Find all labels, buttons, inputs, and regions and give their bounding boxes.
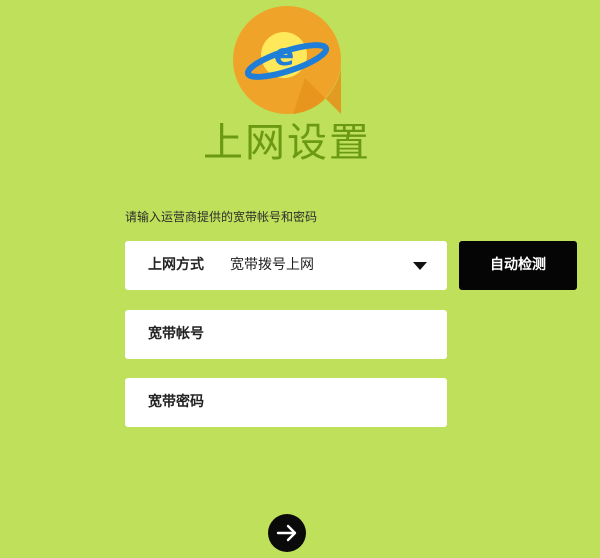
broadband-account-field[interactable]: 宽带帐号 — [125, 310, 447, 359]
next-button[interactable] — [268, 514, 306, 552]
broadband-account-input[interactable] — [230, 320, 434, 350]
instruction-text: 请输入运营商提供的宽带帐号和密码 — [125, 210, 318, 224]
broadband-password-input[interactable] — [230, 388, 434, 418]
arrow-right-icon — [276, 524, 297, 542]
connection-type-select[interactable]: 上网方式 宽带拨号上网 — [125, 241, 447, 290]
chevron-down-icon[interactable] — [413, 262, 427, 270]
auto-detect-button[interactable]: 自动检测 — [459, 241, 577, 290]
page-title: 上网设置 — [203, 120, 371, 166]
ie-globe-logo-icon: e — [233, 6, 341, 114]
broadband-password-label: 宽带密码 — [148, 394, 204, 410]
broadband-password-field[interactable]: 宽带密码 — [125, 378, 447, 427]
connection-type-label: 上网方式 — [148, 257, 204, 273]
connection-type-value[interactable]: 宽带拨号上网 — [230, 241, 314, 290]
broadband-account-label: 宽带帐号 — [148, 326, 204, 342]
